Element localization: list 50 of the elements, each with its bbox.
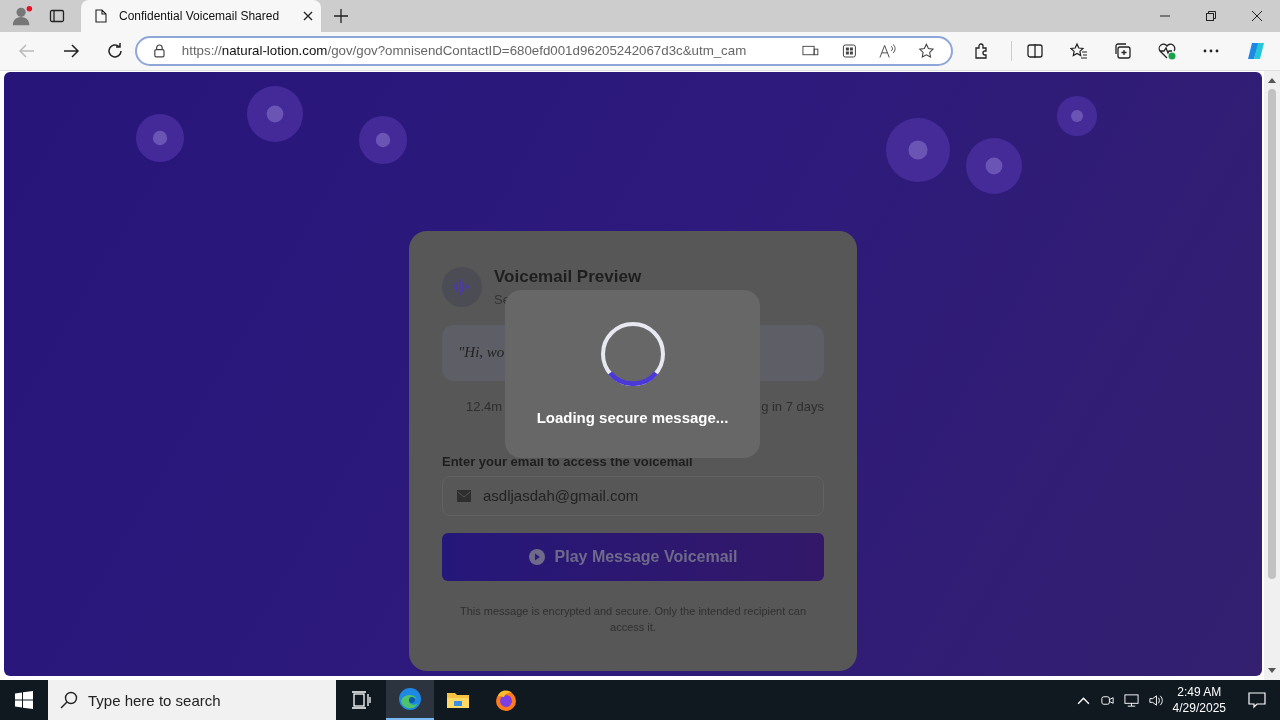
browser-tab[interactable]: Confidential Voicemail Shared <box>81 0 321 32</box>
bubble-icon <box>1057 95 1097 136</box>
loading-spinner-icon <box>599 320 666 387</box>
task-view-icon[interactable] <box>351 691 371 709</box>
bubble-icon <box>359 115 407 164</box>
play-icon <box>528 548 545 565</box>
sound-wave-icon <box>442 266 482 307</box>
new-tab-icon[interactable] <box>334 9 348 23</box>
loading-text: Loading secure message... <box>536 408 729 426</box>
star-icon[interactable] <box>918 42 935 59</box>
clock-time[interactable]: 2:49 AM <box>1177 684 1222 700</box>
split-screen-icon[interactable] <box>1026 41 1044 60</box>
close-window-icon[interactable] <box>1251 10 1263 22</box>
bubble-icon <box>966 137 1022 194</box>
fox-globe-icon <box>494 688 518 712</box>
browser-swirl-icon <box>398 687 422 711</box>
profile-icon[interactable] <box>11 5 33 27</box>
tab-actions-icon[interactable] <box>49 8 65 24</box>
transcript-text: "Hi, wo <box>458 344 505 362</box>
bubble-icon <box>886 117 950 182</box>
volume-icon[interactable] <box>1147 692 1163 708</box>
network-icon[interactable] <box>1123 692 1139 708</box>
close-icon[interactable] <box>303 11 313 21</box>
url-text: https://natural-lotion.com/gov/gov?omnisendContactID=680efd001d96205242067d3c&utm_cam <box>181 43 748 59</box>
edge-taskbar-button[interactable] <box>386 680 434 720</box>
scrollbar-thumb[interactable] <box>1268 88 1276 579</box>
restore-icon[interactable] <box>1205 10 1217 22</box>
read-aloud-icon[interactable] <box>879 42 897 59</box>
tab-title: Confidential Voicemail Shared <box>119 9 281 23</box>
card-title: Voicemail Preview <box>494 266 642 287</box>
bubble-icon <box>247 85 303 142</box>
page-icon <box>95 9 107 23</box>
forward-icon[interactable] <box>62 41 80 60</box>
clock-date[interactable]: 4/29/2025 <box>1172 700 1226 716</box>
mail-icon <box>457 489 471 502</box>
favorites-icon[interactable] <box>1070 41 1088 60</box>
scroll-down-icon[interactable] <box>1267 667 1277 675</box>
taskbar-search-field[interactable]: Type here to search <box>48 680 336 720</box>
refresh-icon[interactable] <box>106 41 124 60</box>
bubble-icon <box>136 113 184 162</box>
heartbeat-icon[interactable] <box>1158 41 1176 60</box>
search-icon <box>60 691 78 709</box>
copilot-icon[interactable] <box>1246 40 1266 61</box>
windows-start-icon[interactable] <box>15 691 33 709</box>
email-label: Enter your email to access the voicemail <box>442 453 694 469</box>
address-bar[interactable]: https://natural-lotion.com/gov/gov?omnisendContactID=680efd001d96205242067d3c&utm_cam <box>135 35 953 66</box>
collections-icon[interactable] <box>1114 41 1132 60</box>
apps-icon[interactable] <box>840 42 858 59</box>
lock-icon <box>153 43 166 59</box>
notification-icon[interactable] <box>1248 691 1266 709</box>
